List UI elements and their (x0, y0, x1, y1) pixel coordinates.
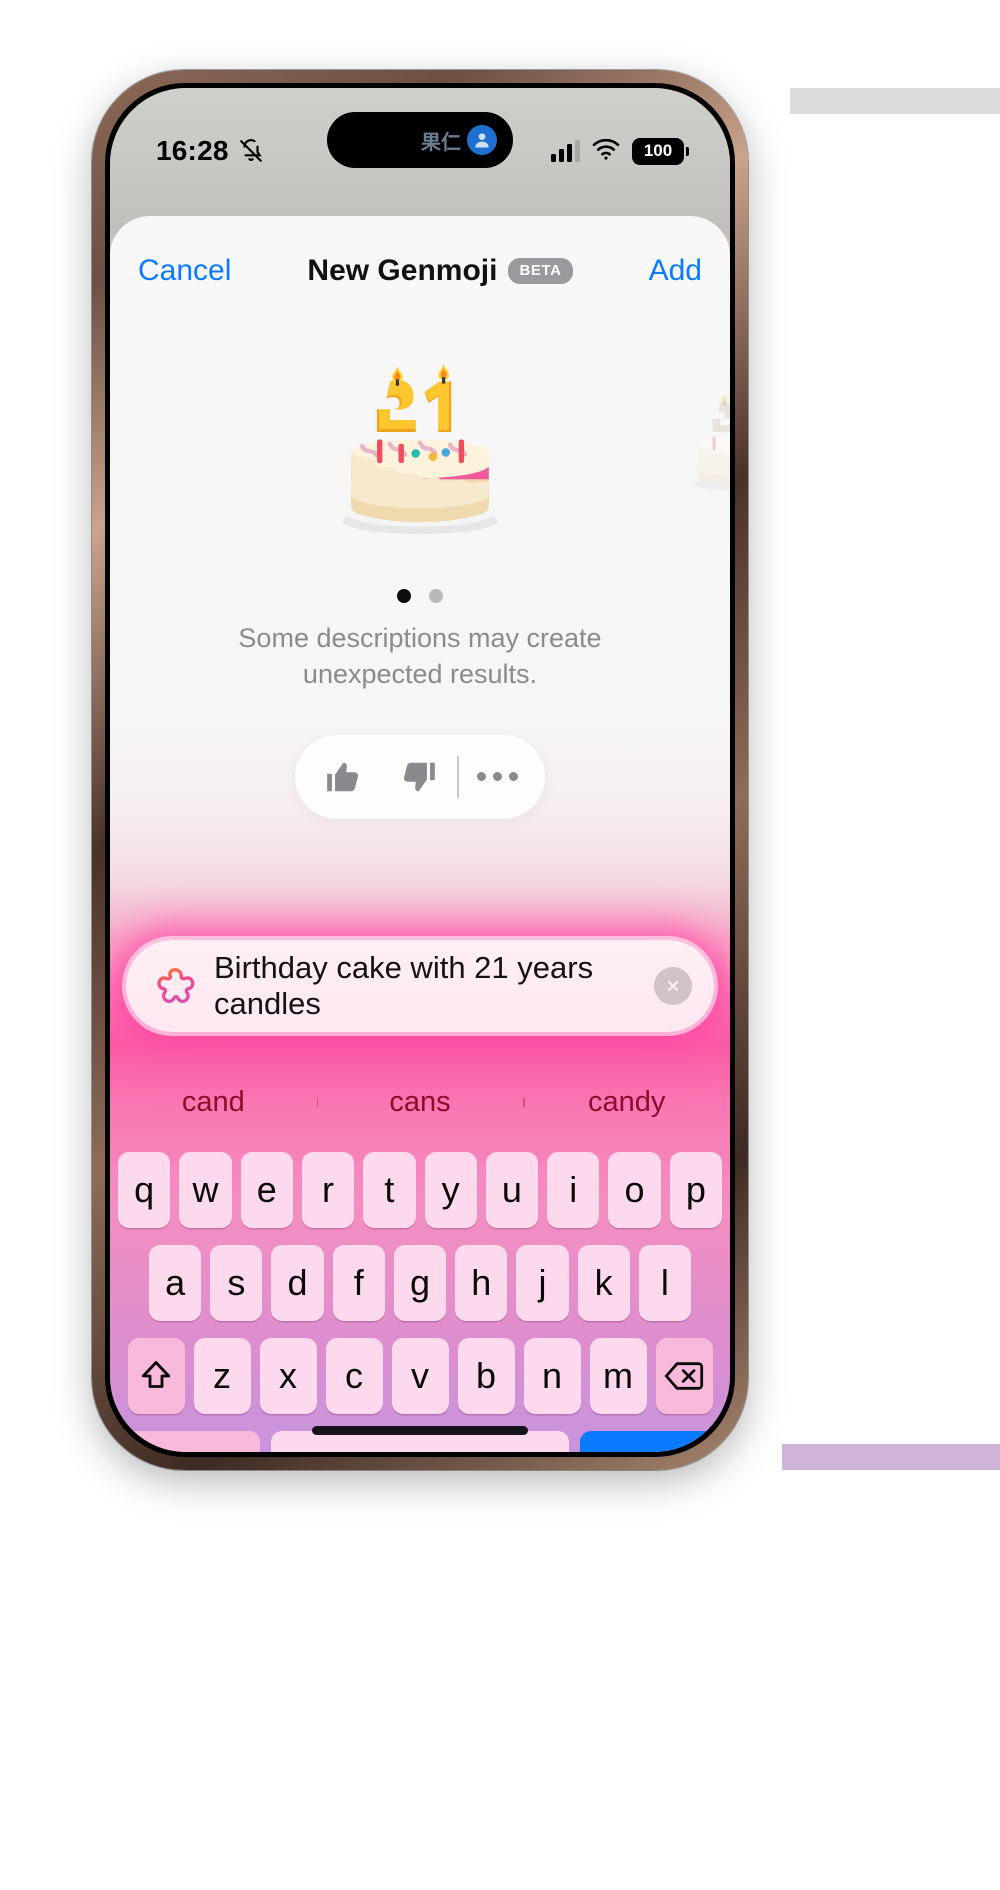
key-s[interactable]: s (210, 1245, 263, 1321)
genmoji-sheet: Cancel New Genmoji BETA Add Some descrip… (110, 216, 730, 1452)
key-b[interactable]: b (457, 1338, 515, 1414)
add-button[interactable]: Add (649, 254, 702, 288)
keyboard-row-2: a s d f g h j k l (118, 1245, 722, 1321)
key-f[interactable]: f (332, 1245, 385, 1321)
clear-circle-icon[interactable] (654, 967, 692, 1005)
iphone-device-frame: 16:28 100 果仁 Cancel New Genmoji BETA Add… (92, 70, 748, 1470)
key-z[interactable]: z (193, 1338, 251, 1414)
prompt-input-field[interactable]: Birthday cake with 21 years candles (126, 940, 714, 1032)
key-e[interactable]: e (240, 1152, 293, 1228)
page-dot-1[interactable] (397, 589, 411, 603)
prompt-input-text[interactable]: Birthday cake with 21 years candles (214, 950, 638, 1022)
key-c[interactable]: c (325, 1338, 383, 1414)
feedback-pill (295, 734, 545, 819)
onscreen-keyboard: q w e r t y u i o p a s d f g h j k l z … (110, 1146, 730, 1452)
key-g[interactable]: g (393, 1245, 447, 1321)
disclaimer-text: Some descriptions may create unexpected … (238, 623, 602, 689)
page-title-text: New Genmoji (307, 254, 498, 287)
key-w[interactable]: w (179, 1152, 232, 1228)
dynamic-island[interactable]: 果仁 (327, 112, 513, 168)
beta-badge: BETA (508, 258, 573, 284)
page-dot-2[interactable] (429, 589, 443, 603)
page-title: New Genmoji BETA (307, 254, 573, 288)
device-bezel: 16:28 100 果仁 Cancel New Genmoji BETA Add… (105, 83, 735, 1457)
genmoji-carousel[interactable] (110, 326, 730, 621)
suggestion-item[interactable]: cand (110, 1086, 317, 1119)
cancel-button[interactable]: Cancel (138, 254, 231, 288)
key-n[interactable]: n (523, 1338, 581, 1414)
key-a[interactable]: a (149, 1245, 202, 1321)
key-k[interactable]: k (577, 1245, 630, 1321)
status-bar-right: 100 (551, 137, 689, 166)
key-t[interactable]: t (363, 1152, 416, 1228)
sheet-header: Cancel New Genmoji BETA Add (110, 216, 730, 326)
key-y[interactable]: y (424, 1152, 477, 1228)
genmoji-result-secondary[interactable] (675, 374, 730, 499)
numbers-key[interactable]: 123 (118, 1431, 261, 1452)
thumbs-down-icon[interactable] (381, 749, 457, 805)
key-q[interactable]: q (118, 1152, 171, 1228)
battery-percent: 100 (643, 141, 673, 160)
key-v[interactable]: v (391, 1338, 449, 1414)
backspace-delete-icon[interactable] (655, 1338, 713, 1414)
background-artifact-bottom (782, 1444, 1000, 1470)
ellipsis-icon[interactable] (459, 749, 535, 805)
suggestion-item[interactable]: cans (316, 1086, 524, 1119)
signal-bars-icon (551, 140, 580, 162)
screenshot-canvas: 16:28 100 果仁 Cancel New Genmoji BETA Add… (0, 0, 1000, 1890)
prompt-input-zone: Birthday cake with 21 years candles (110, 940, 730, 1032)
key-h[interactable]: h (455, 1245, 508, 1321)
shift-up-arrow-icon[interactable] (127, 1338, 185, 1414)
apple-intelligence-icon (152, 963, 198, 1009)
key-p[interactable]: p (669, 1152, 722, 1228)
wifi-icon (591, 137, 621, 166)
done-key[interactable]: done (579, 1431, 722, 1452)
status-bar-left: 16:28 (156, 135, 264, 167)
home-indicator[interactable] (312, 1426, 528, 1435)
dynamic-island-label: 果仁 (421, 131, 461, 154)
person-icon (467, 125, 497, 155)
suggestion-item[interactable]: candy (523, 1086, 730, 1119)
key-j[interactable]: j (516, 1245, 569, 1321)
key-r[interactable]: r (301, 1152, 355, 1228)
keyboard-row-3: z x c v b n m (118, 1338, 722, 1414)
thumbs-up-icon[interactable] (305, 749, 381, 805)
key-l[interactable]: l (638, 1245, 691, 1321)
genmoji-result-primary[interactable] (313, 332, 528, 547)
battery-indicator: 100 (632, 137, 689, 165)
key-m[interactable]: m (589, 1338, 647, 1414)
key-x[interactable]: x (259, 1338, 317, 1414)
feedback-container (110, 734, 730, 819)
status-bar-clock: 16:28 (156, 135, 229, 166)
keyboard-row-1: q w e r t y u i o p (118, 1152, 722, 1228)
key-u[interactable]: u (485, 1152, 539, 1228)
carousel-page-dots[interactable] (397, 589, 443, 603)
key-d[interactable]: d (271, 1245, 324, 1321)
key-i[interactable]: i (547, 1152, 600, 1228)
bell-slash-icon (238, 138, 264, 164)
device-screen: 16:28 100 果仁 Cancel New Genmoji BETA Add… (110, 88, 730, 1452)
key-o[interactable]: o (608, 1152, 661, 1228)
background-artifact-top (790, 88, 1000, 114)
suggestion-bar: cand cans candy (110, 1066, 730, 1138)
